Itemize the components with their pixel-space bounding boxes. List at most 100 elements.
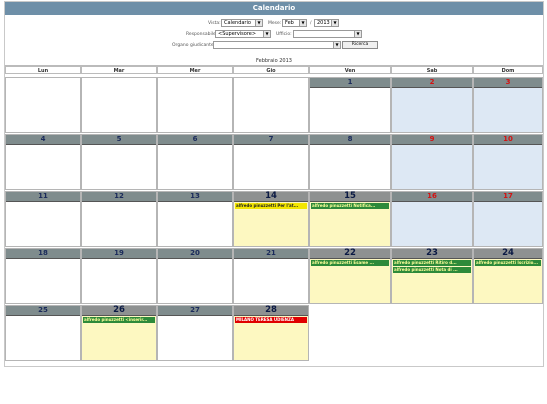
ufficio-select[interactable]: ▼ bbox=[293, 30, 362, 38]
chevron-down-icon: ▼ bbox=[255, 20, 262, 26]
day-number[interactable]: 21 bbox=[234, 249, 308, 259]
anno-select[interactable]: 2013 ▼ bbox=[314, 19, 339, 27]
day-cell[interactable]: 15 alfredo pinuzzetti Notifica... bbox=[309, 191, 391, 247]
day-cell[interactable]: 22 alfredo pinuzzetti Esame ... bbox=[309, 248, 391, 304]
day-cell[interactable]: 18 bbox=[5, 248, 81, 304]
day-number[interactable]: 14 bbox=[234, 192, 308, 202]
chevron-down-icon: ▼ bbox=[354, 31, 361, 37]
day-cell[interactable]: 3 bbox=[473, 77, 543, 133]
day-cell[interactable]: 27 bbox=[157, 305, 233, 361]
mese-value: Feb bbox=[285, 20, 294, 26]
calendar-event[interactable]: MILANO TERESA UDIENZA bbox=[235, 317, 307, 323]
day-cell[interactable]: 14 alfredo pinuzzetti Per l'at... bbox=[233, 191, 309, 247]
chevron-down-icon: ▼ bbox=[263, 31, 270, 37]
weekday-header-mer: Mer bbox=[157, 66, 233, 74]
day-number[interactable]: 24 bbox=[474, 249, 542, 259]
vista-value: Calendario bbox=[224, 20, 251, 26]
day-cell[interactable] bbox=[81, 77, 157, 133]
day-cell[interactable]: 24 alfredo pinuzzetti Iscrizio... bbox=[473, 248, 543, 304]
weekday-header-lun: Lun bbox=[5, 66, 81, 74]
day-number[interactable]: 3 bbox=[474, 78, 542, 88]
vista-label: Vista: bbox=[208, 21, 221, 26]
day-cell[interactable]: 26 alfredo pinuzzetti <inserir... bbox=[81, 305, 157, 361]
responsabile-select[interactable]: <Supervisore> ▼ bbox=[215, 30, 271, 38]
anno-separator: / bbox=[310, 21, 312, 26]
day-cell[interactable]: 12 bbox=[81, 191, 157, 247]
day-number[interactable]: 1 bbox=[310, 78, 390, 88]
day-cell[interactable] bbox=[5, 77, 81, 133]
day-cell[interactable]: 28 MILANO TERESA UDIENZA bbox=[233, 305, 309, 361]
day-number[interactable]: 19 bbox=[82, 249, 156, 259]
mese-label: Mese: bbox=[268, 21, 282, 26]
day-cell[interactable]: 25 bbox=[5, 305, 81, 361]
day-cell[interactable]: 20 bbox=[157, 248, 233, 304]
day-cell[interactable]: 2 bbox=[391, 77, 473, 133]
day-cell[interactable]: 21 bbox=[233, 248, 309, 304]
day-number[interactable]: 27 bbox=[158, 306, 232, 316]
day-number[interactable]: 13 bbox=[158, 192, 232, 202]
mese-select[interactable]: Feb ▼ bbox=[282, 19, 307, 27]
day-cell[interactable]: 19 bbox=[81, 248, 157, 304]
responsabile-label: Responsabile: bbox=[186, 32, 218, 37]
day-number[interactable]: 23 bbox=[392, 249, 472, 259]
month-title: Febbraio 2013 bbox=[5, 57, 543, 66]
chevron-down-icon: ▼ bbox=[333, 42, 340, 48]
day-number[interactable]: 16 bbox=[392, 192, 472, 202]
day-number[interactable]: 5 bbox=[82, 135, 156, 145]
day-number[interactable]: 28 bbox=[234, 306, 308, 316]
day-cell[interactable]: 8 bbox=[309, 134, 391, 190]
day-cell[interactable]: 10 bbox=[473, 134, 543, 190]
anno-value: 2013 bbox=[317, 20, 330, 26]
day-cell[interactable] bbox=[233, 77, 309, 133]
day-number[interactable]: 15 bbox=[310, 192, 390, 202]
calendar-event[interactable]: alfredo pinuzzetti <inserir... bbox=[83, 317, 155, 323]
day-cell[interactable]: 13 bbox=[157, 191, 233, 247]
weekday-header-sab: Sab bbox=[391, 66, 473, 74]
vista-select[interactable]: Calendario ▼ bbox=[221, 19, 263, 27]
day-cell[interactable]: 17 bbox=[473, 191, 543, 247]
day-number[interactable]: 9 bbox=[392, 135, 472, 145]
weekday-header-gio: Gio bbox=[233, 66, 309, 74]
weekday-header-mar: Mar bbox=[81, 66, 157, 74]
day-number[interactable]: 11 bbox=[6, 192, 80, 202]
window-title: Calendario bbox=[5, 2, 543, 15]
day-number[interactable]: 26 bbox=[82, 306, 156, 316]
day-number[interactable]: 25 bbox=[6, 306, 80, 316]
day-number[interactable]: 6 bbox=[158, 135, 232, 145]
ufficio-label: Ufficio: bbox=[276, 32, 292, 37]
day-number[interactable]: 8 bbox=[310, 135, 390, 145]
weekday-header-dom: Dom bbox=[473, 66, 543, 74]
calendar-event[interactable]: alfredo pinuzzetti Nota di ... bbox=[393, 267, 471, 273]
day-cell[interactable]: 6 bbox=[157, 134, 233, 190]
day-number[interactable]: 22 bbox=[310, 249, 390, 259]
chevron-down-icon: ▼ bbox=[331, 20, 338, 26]
day-cell[interactable]: 9 bbox=[391, 134, 473, 190]
day-number[interactable]: 12 bbox=[82, 192, 156, 202]
calendar-event[interactable]: alfredo pinuzzetti Per l'at... bbox=[235, 203, 307, 209]
day-number[interactable]: 7 bbox=[234, 135, 308, 145]
day-cell[interactable]: 23 alfredo pinuzzetti Ritiro d... alfredo … bbox=[391, 248, 473, 304]
day-cell[interactable]: 7 bbox=[233, 134, 309, 190]
day-cell[interactable]: 11 bbox=[5, 191, 81, 247]
filter-form: Vista: Calendario ▼ Mese: Feb ▼ / 2013 ▼… bbox=[0, 16, 547, 56]
day-number[interactable]: 10 bbox=[474, 135, 542, 145]
day-number[interactable]: 4 bbox=[6, 135, 80, 145]
day-cell[interactable]: 4 bbox=[5, 134, 81, 190]
calendar-event[interactable]: alfredo pinuzzetti Iscrizio... bbox=[475, 260, 541, 266]
day-number[interactable]: 2 bbox=[392, 78, 472, 88]
day-cell[interactable]: 5 bbox=[81, 134, 157, 190]
chevron-down-icon: ▼ bbox=[299, 20, 306, 26]
responsabile-value: <Supervisore> bbox=[218, 31, 257, 37]
day-cell[interactable] bbox=[157, 77, 233, 133]
weekday-header-ven: Ven bbox=[309, 66, 391, 74]
search-button[interactable]: Ricerca bbox=[342, 41, 378, 49]
calendar-event[interactable]: alfredo pinuzzetti Notifica... bbox=[311, 203, 389, 209]
calendar-event[interactable]: alfredo pinuzzetti Ritiro d... bbox=[393, 260, 471, 266]
day-number[interactable]: 18 bbox=[6, 249, 80, 259]
day-cell[interactable]: 1 bbox=[309, 77, 391, 133]
day-number[interactable]: 20 bbox=[158, 249, 232, 259]
day-number[interactable]: 17 bbox=[474, 192, 542, 202]
organo-select[interactable]: ▼ bbox=[213, 41, 341, 49]
calendar-event[interactable]: alfredo pinuzzetti Esame ... bbox=[311, 260, 389, 266]
day-cell[interactable]: 16 bbox=[391, 191, 473, 247]
